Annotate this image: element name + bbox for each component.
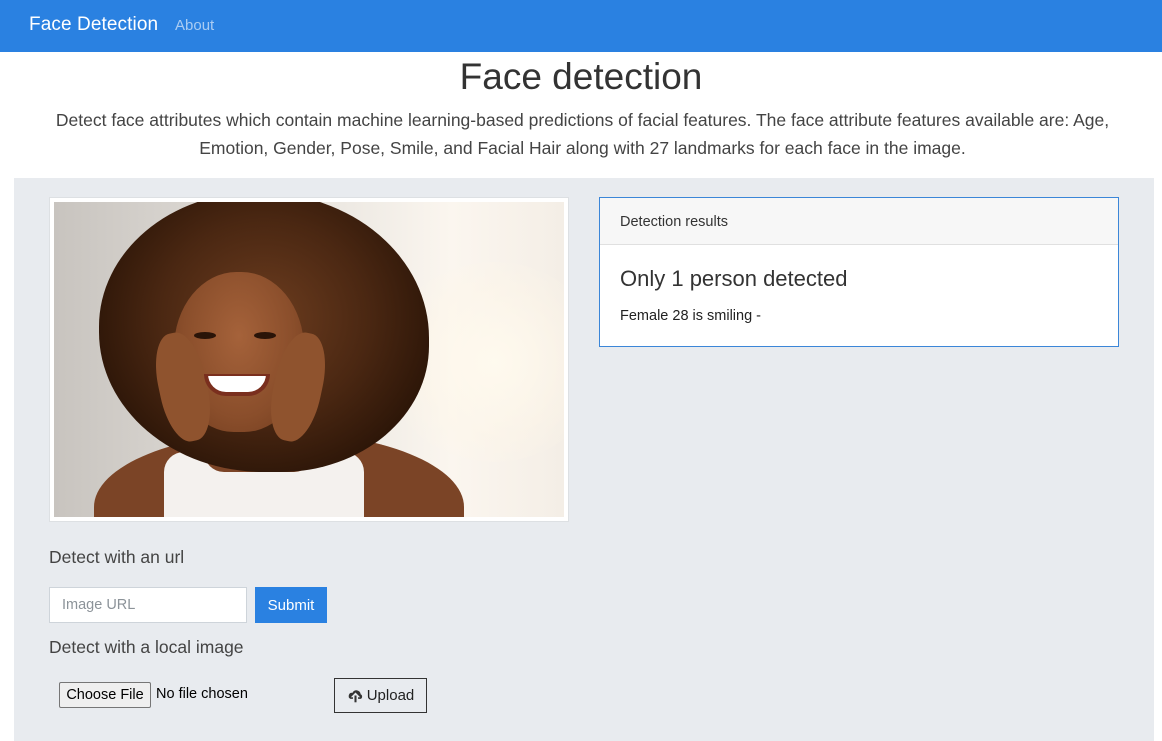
upload-button[interactable]: Upload <box>334 678 427 713</box>
results-detail: Female 28 is smiling - <box>620 308 762 324</box>
cloud-upload-icon <box>348 690 362 703</box>
portrait-photo <box>54 202 564 517</box>
nav-link-about[interactable]: About <box>175 17 214 34</box>
submit-button[interactable]: Submit <box>255 587 327 623</box>
navbar-brand[interactable]: Face Detection <box>29 14 158 36</box>
upload-label: Upload <box>366 687 415 704</box>
page-title: Face detection <box>459 56 703 97</box>
file-status-text: No file chosen <box>156 686 248 702</box>
image-url-input[interactable] <box>49 587 247 623</box>
navbar: Face Detection About <box>0 0 1162 52</box>
results-summary: Only 1 person detected <box>620 266 848 291</box>
local-section-label: Detect with a local image <box>49 637 244 657</box>
choose-file-button[interactable]: Choose File <box>59 682 151 708</box>
image-preview <box>49 197 569 522</box>
results-card-header: Detection results <box>600 198 1118 245</box>
detection-results-card: Detection results Only 1 person detected… <box>599 197 1119 347</box>
url-section-label: Detect with an url <box>49 547 185 567</box>
page-description: Detect face attributes which contain mac… <box>55 110 1110 158</box>
